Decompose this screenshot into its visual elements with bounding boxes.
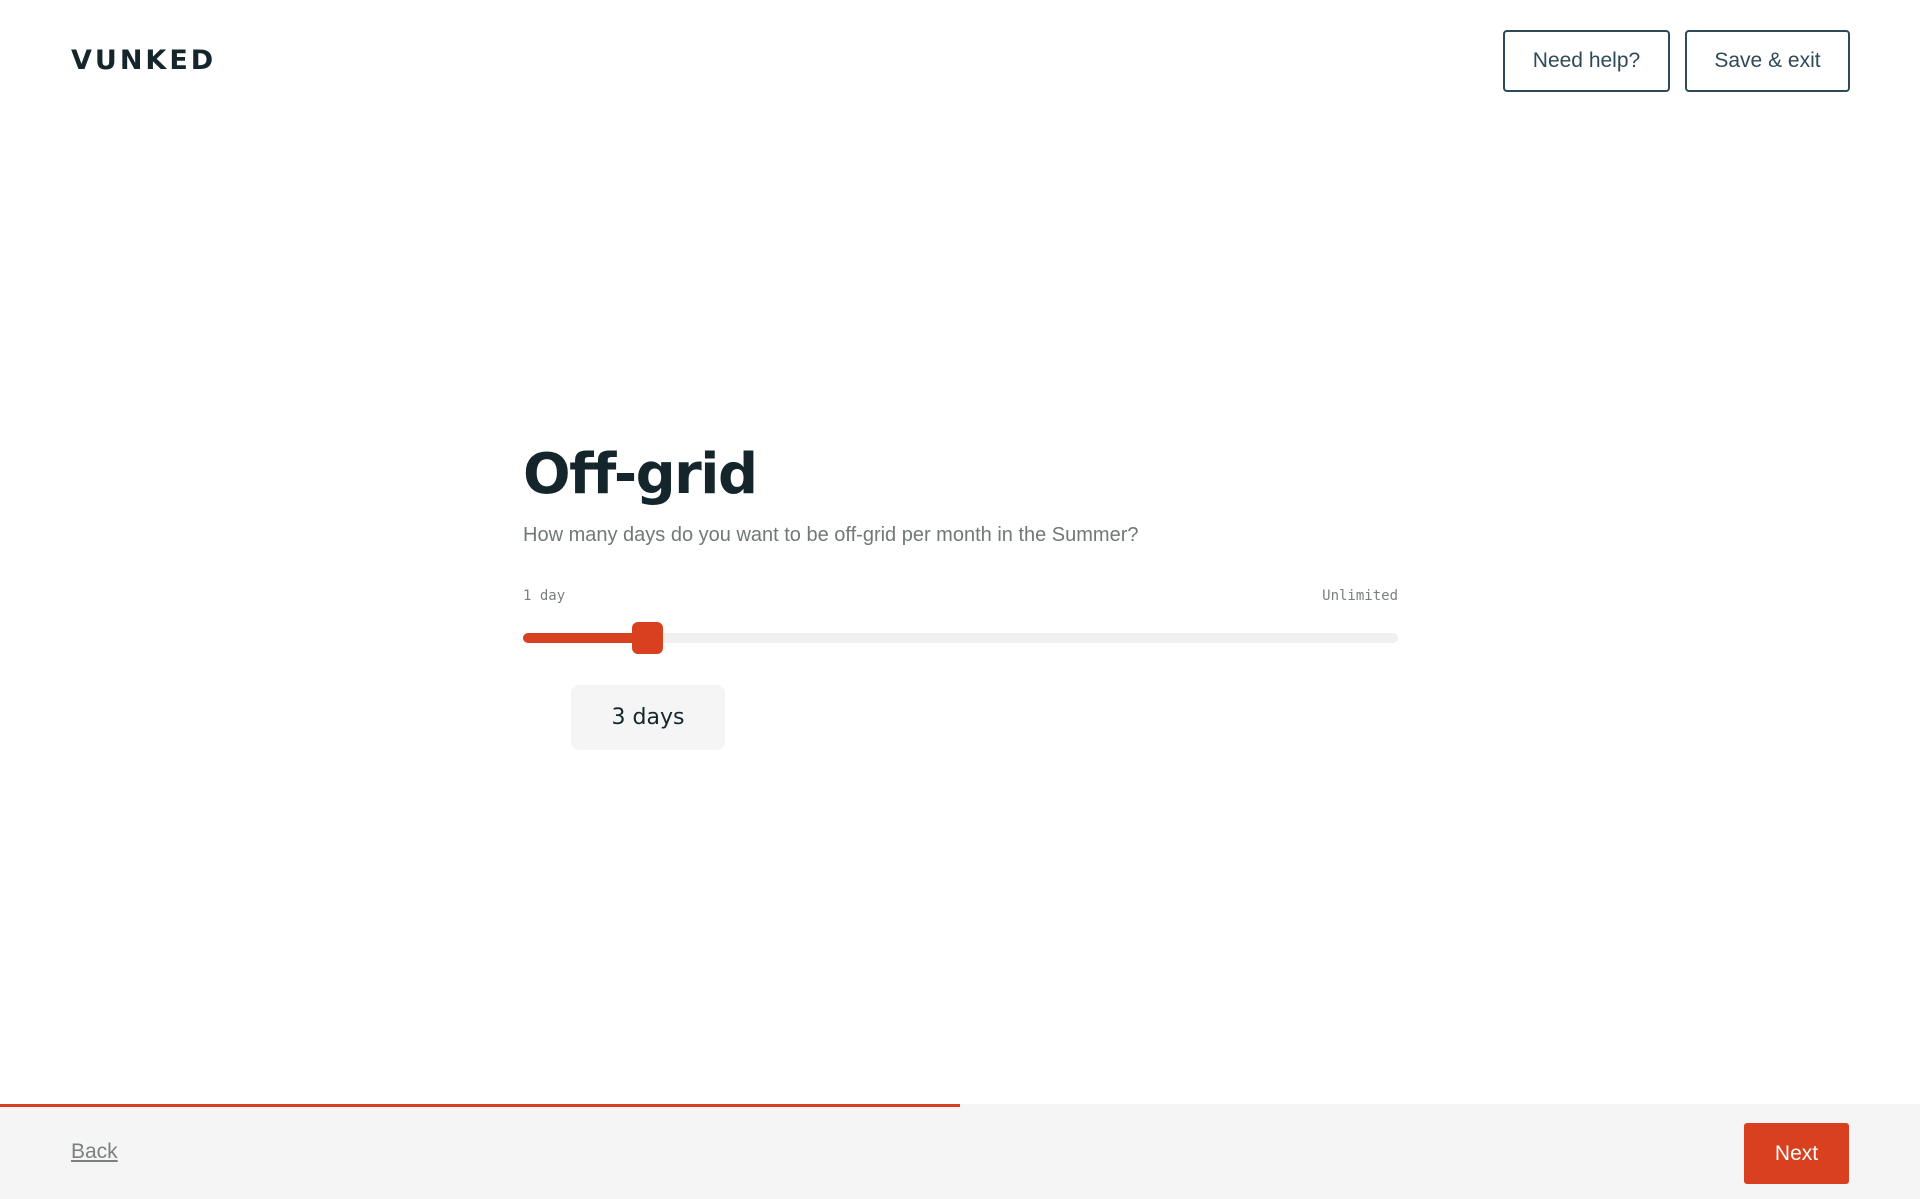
save-exit-button[interactable]: Save & exit	[1685, 30, 1850, 92]
slider-thumb[interactable]	[632, 622, 663, 654]
slider-value-bubble: 3 days	[571, 685, 725, 750]
slider-fill	[523, 633, 648, 643]
question-section: Off-grid How many days do you want to be…	[523, 440, 1398, 654]
page-title: Off-grid	[523, 442, 758, 507]
range-labels: 1 day Unlimited	[523, 588, 1398, 606]
range-min-label: 1 day	[523, 588, 566, 604]
days-slider[interactable]	[523, 622, 1398, 654]
next-button[interactable]: Next	[1744, 1123, 1849, 1184]
question-text: How many days do you want to be off-grid…	[523, 524, 1139, 546]
back-link[interactable]: Back	[71, 1140, 118, 1164]
need-help-button[interactable]: Need help?	[1503, 30, 1670, 92]
footer: Back Next	[0, 1107, 1920, 1199]
range-max-label: Unlimited	[1322, 588, 1398, 604]
logo: VUNKED	[71, 45, 217, 76]
page: VUNKED Need help? Save & exit Off-grid H…	[0, 0, 1920, 1199]
